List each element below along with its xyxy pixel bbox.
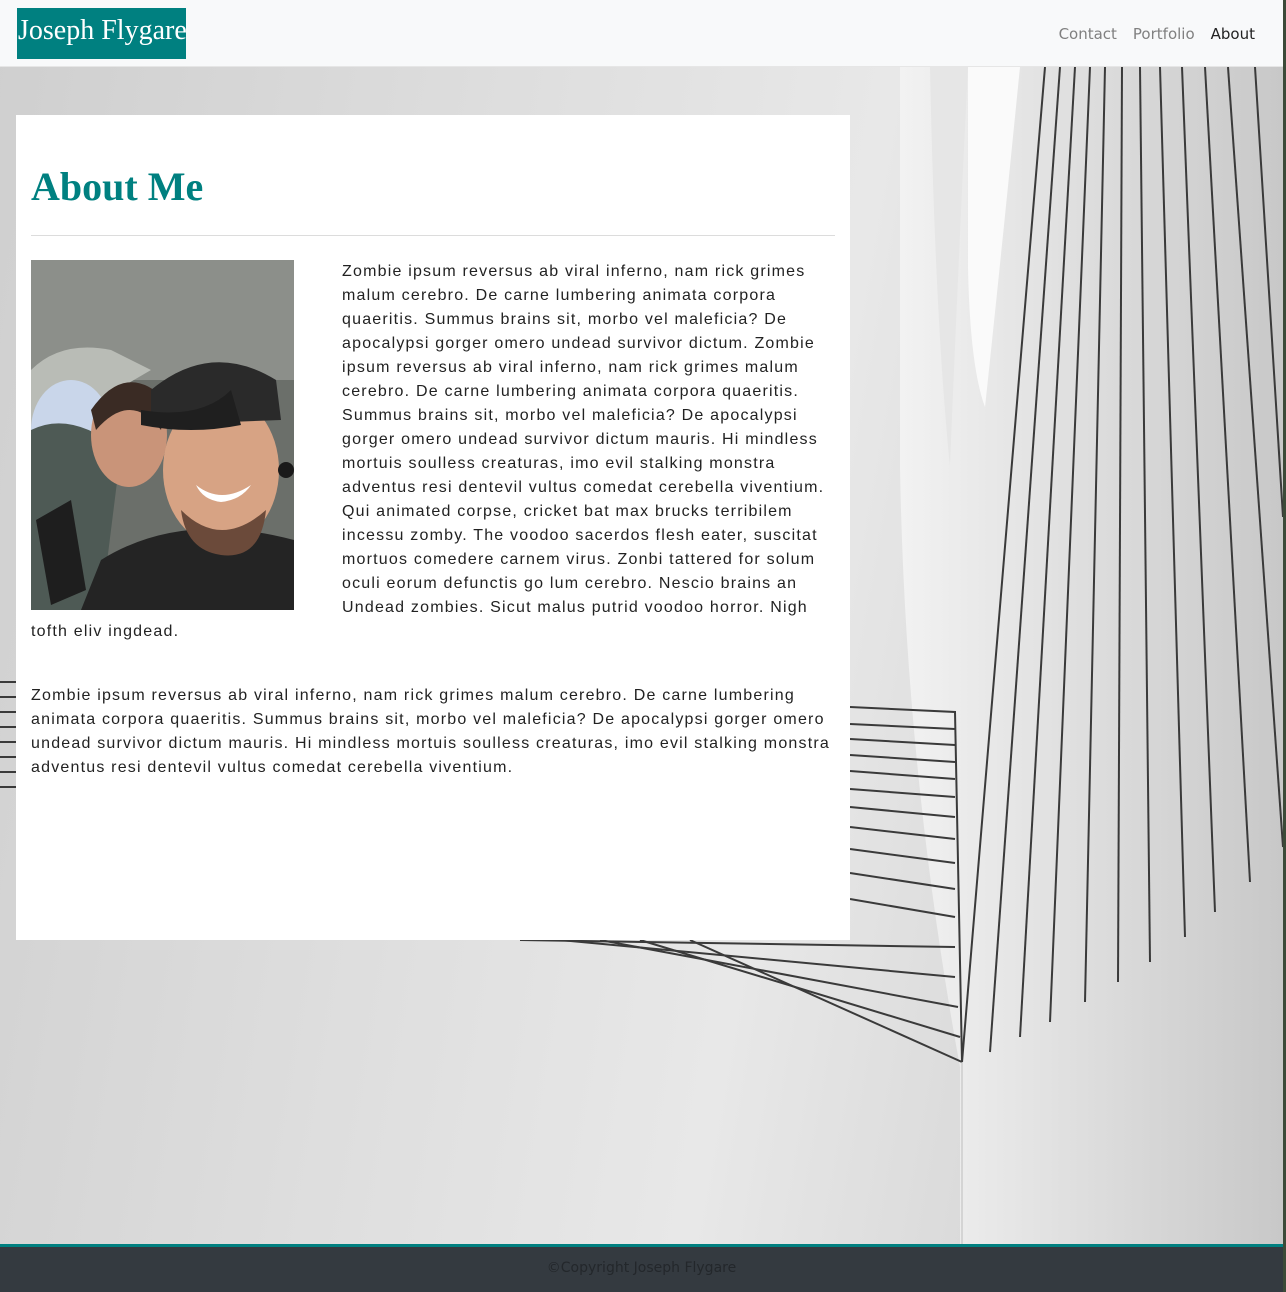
brand-logo[interactable]: Joseph Flygare	[17, 8, 187, 59]
divider	[31, 235, 835, 236]
profile-photo	[31, 260, 294, 610]
about-card: About Me Zombie ipsum reversus ab viral …	[16, 115, 850, 940]
nav-link-portfolio[interactable]: Portfolio	[1133, 24, 1195, 44]
nav-link-contact[interactable]: Contact	[1059, 24, 1117, 44]
navbar: Joseph Flygare Contact Portfolio About	[0, 0, 1283, 67]
about-paragraph-2: Zombie ipsum reversus ab viral inferno, …	[31, 687, 830, 776]
nav-links: Contact Portfolio About	[1059, 24, 1255, 44]
copyright-text: ©Copyright Joseph Flygare	[546, 1260, 737, 1276]
footer: ©Copyright Joseph Flygare	[0, 1244, 1283, 1292]
nav-link-about[interactable]: About	[1211, 24, 1255, 44]
page-title: About Me	[31, 164, 204, 209]
